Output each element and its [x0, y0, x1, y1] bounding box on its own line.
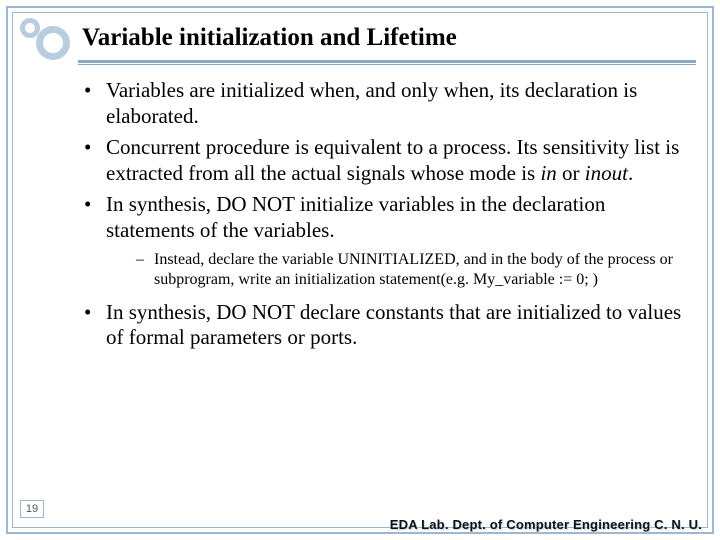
bullet-text: or [557, 161, 585, 185]
bullet-text: Variables are initialized when, and only… [106, 78, 637, 128]
bullet-text: In synthesis, DO NOT declare constants t… [106, 300, 681, 350]
footer-text: EDA Lab. Dept. of Computer Engineering C… [390, 517, 702, 532]
bullet-item: Variables are initialized when, and only… [78, 78, 684, 129]
bullet-item: In synthesis, DO NOT declare constants t… [78, 300, 684, 351]
italic-keyword: in [540, 161, 556, 185]
slide-title: Variable initialization and Lifetime [82, 24, 457, 52]
slide-body: Variables are initialized when, and only… [78, 78, 684, 357]
bullet-text: In synthesis, DO NOT initialize variable… [106, 192, 605, 242]
bullet-text: . [628, 161, 633, 185]
title-underline [78, 60, 696, 63]
sub-bullet-text: Instead, declare the variable UNINITIALI… [154, 251, 673, 288]
page-number: 19 [20, 500, 44, 518]
rings-logo-icon [20, 18, 70, 60]
italic-keyword: inout [585, 161, 628, 185]
sub-bullet-item: Instead, declare the variable UNINITIALI… [106, 250, 684, 290]
page-number-value: 19 [26, 503, 38, 515]
bullet-item: In synthesis, DO NOT initialize variable… [78, 192, 684, 289]
bullet-item: Concurrent procedure is equivalent to a … [78, 135, 684, 186]
